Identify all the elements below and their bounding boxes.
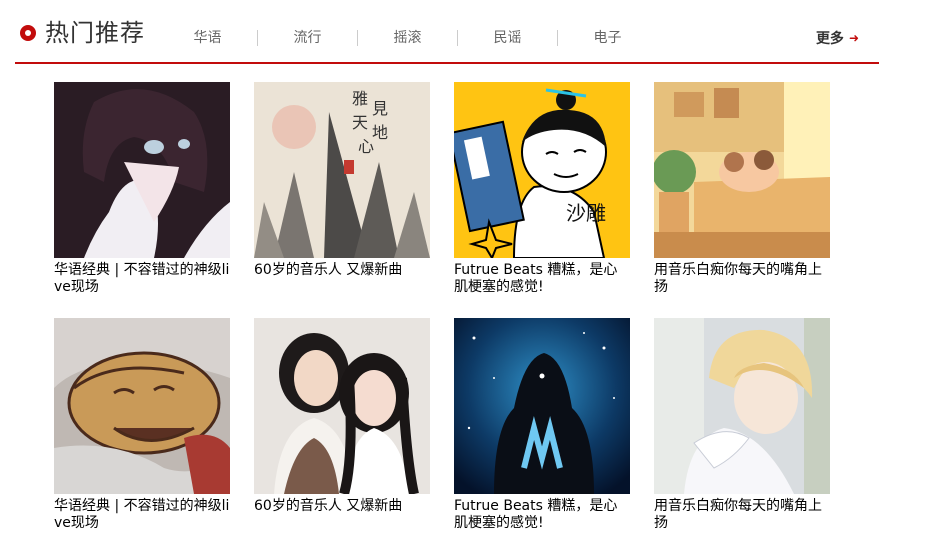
playlist-cover[interactable] (454, 318, 630, 494)
tab-minyao[interactable]: 民谣 (458, 28, 557, 48)
playlist-card: 用音乐白痴你每天的嘴角上扬 (654, 318, 830, 532)
tab-huayu[interactable]: 华语 (158, 28, 257, 48)
playlist-title[interactable]: 用音乐白痴你每天的嘴角上扬 (654, 498, 830, 532)
svg-text:心: 心 (358, 137, 374, 156)
svg-text:雅: 雅 (352, 89, 368, 108)
circle-icon (20, 25, 36, 41)
svg-text:地: 地 (372, 123, 388, 142)
tab-yaogun[interactable]: 摇滚 (358, 28, 457, 48)
playlist-card: 雅 見 天 地 心 60岁的音乐人 又爆新曲 (254, 82, 430, 279)
svg-text:見: 見 (372, 99, 388, 118)
playlist-cover[interactable] (254, 318, 430, 494)
playlist-title[interactable]: Futrue Beats 糟糕，是心肌梗塞的感觉! (454, 498, 630, 532)
playlist-card: 用音乐白痴你每天的嘴角上扬 (654, 82, 830, 296)
playlist-title[interactable]: 用音乐白痴你每天的嘴角上扬 (654, 262, 830, 296)
playlist-cover[interactable] (54, 318, 230, 494)
playlist-title[interactable]: 华语经典 | 不容错过的神级live现场 (54, 262, 230, 296)
more-label: 更多 (815, 31, 844, 47)
svg-text:天: 天 (352, 113, 368, 132)
playlist-title[interactable]: 华语经典 | 不容错过的神级live现场 (54, 498, 230, 532)
playlist-cover[interactable]: 沙雕 (454, 82, 630, 258)
playlist-title[interactable]: 60岁的音乐人 又爆新曲 (254, 498, 430, 515)
playlist-cover[interactable]: 雅 見 天 地 心 (254, 82, 430, 258)
more-link[interactable]: 更多 ➜ (816, 28, 859, 48)
playlist-card: 60岁的音乐人 又爆新曲 (254, 318, 430, 515)
playlist-cover[interactable] (654, 82, 830, 258)
tab-liuxing[interactable]: 流行 (258, 28, 357, 48)
hot-recommend-header: 热门推荐 华语 流行 摇滚 民谣 电子 更多 ➜ (15, 0, 879, 64)
playlist-card: 华语经典 | 不容错过的神级live现场 (54, 82, 230, 296)
playlist-cover[interactable] (54, 82, 230, 258)
playlist-card: Futrue Beats 糟糕，是心肌梗塞的感觉! (454, 318, 630, 532)
section-title: 热门推荐 (45, 19, 145, 47)
genre-tabs: 华语 流行 摇滚 民谣 电子 (158, 28, 657, 48)
svg-text:沙雕: 沙雕 (566, 201, 606, 225)
playlist-card: 华语经典 | 不容错过的神级live现场 (54, 318, 230, 532)
tab-dianzi[interactable]: 电子 (558, 28, 657, 48)
playlist-title[interactable]: 60岁的音乐人 又爆新曲 (254, 262, 430, 279)
arrow-right-icon: ➜ (848, 31, 859, 45)
playlist-cover[interactable] (654, 318, 830, 494)
playlist-title[interactable]: Futrue Beats 糟糕，是心肌梗塞的感觉! (454, 262, 630, 296)
playlist-card: 沙雕 Futrue Beats 糟糕，是心肌梗塞的感觉! (454, 82, 630, 296)
